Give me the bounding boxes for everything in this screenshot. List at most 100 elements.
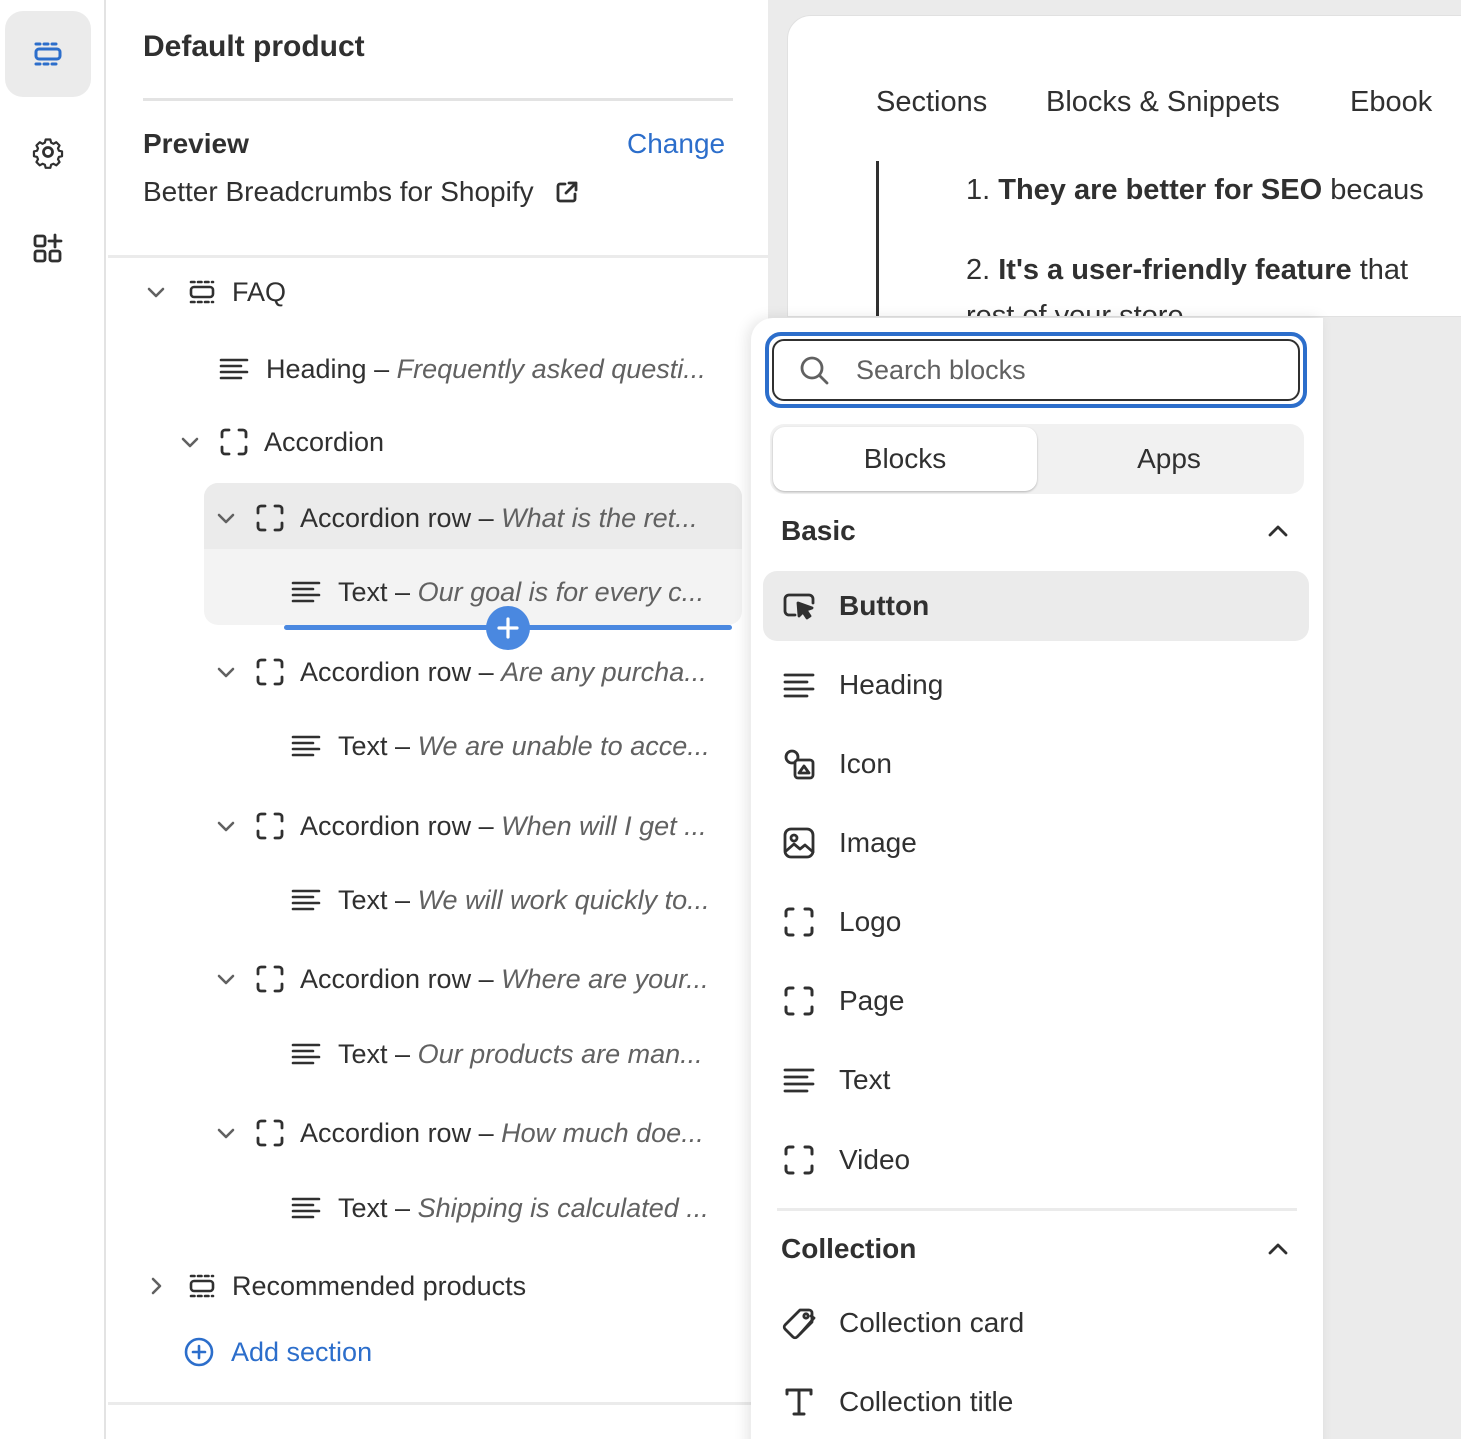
preview-label: Preview bbox=[143, 128, 249, 159]
block-item-label: Image bbox=[839, 827, 917, 858]
icon-rail bbox=[0, 0, 106, 1439]
tree-label: Accordion row bbox=[300, 963, 472, 994]
dashed-square-icon bbox=[784, 907, 814, 937]
chevron-down-icon[interactable] bbox=[214, 1121, 238, 1145]
tree-block-text[interactable]: Text – We will work quickly to... bbox=[290, 870, 710, 930]
text-lines-icon bbox=[291, 581, 321, 603]
sections-nav-button[interactable] bbox=[5, 11, 91, 97]
tree-label: Text bbox=[338, 730, 388, 761]
tree-sublabel: Shipping is calculated ... bbox=[417, 1192, 709, 1223]
tree-block-accordion-row[interactable]: Accordion row – Are any purcha... bbox=[214, 642, 707, 702]
tree-sublabel: Where are your... bbox=[501, 963, 709, 994]
tab-blocks[interactable]: Blocks bbox=[773, 427, 1037, 491]
add-section-label: Add section bbox=[231, 1336, 373, 1367]
chevron-right-icon[interactable] bbox=[144, 1274, 168, 1298]
external-link-icon bbox=[556, 181, 578, 203]
tree-sublabel: Our products are man... bbox=[417, 1038, 703, 1069]
chevron-up-icon[interactable] bbox=[1265, 518, 1291, 544]
tree-sublabel: Our goal is for every c... bbox=[417, 576, 705, 607]
tree-label: FAQ bbox=[232, 276, 287, 307]
chevron-down-icon[interactable] bbox=[214, 506, 238, 530]
group-header-basic[interactable]: Basic bbox=[781, 506, 1291, 556]
tree-block-text[interactable]: Text – Our products are man... bbox=[290, 1024, 703, 1084]
block-item-label: Collection title bbox=[839, 1386, 1014, 1417]
tree-block-text[interactable]: Text – Shipping is calculated ... bbox=[290, 1178, 709, 1238]
sections-icon bbox=[34, 42, 62, 66]
section-icon bbox=[189, 280, 215, 304]
section-icon bbox=[189, 1274, 215, 1298]
apps-nav-button[interactable] bbox=[5, 206, 91, 292]
tab-apps[interactable]: Apps bbox=[1037, 427, 1301, 491]
tree-block-heading[interactable]: Heading – Frequently asked questi... bbox=[218, 339, 706, 399]
preview-nav-sections[interactable]: Sections bbox=[876, 86, 987, 119]
preview-cut-line: rest of your store bbox=[966, 300, 1184, 317]
block-item-text[interactable]: Text bbox=[763, 1045, 1309, 1115]
block-picker-popover: Blocks Apps Basic Button Heading Icon Im… bbox=[751, 318, 1323, 1439]
plus-icon bbox=[497, 617, 519, 639]
preview-store-link[interactable]: Better Breadcrumbs for Shopify bbox=[143, 176, 580, 208]
tree-block-accordion[interactable]: Accordion bbox=[178, 412, 384, 472]
divider bbox=[108, 1402, 768, 1405]
dashed-square-icon bbox=[784, 1145, 814, 1175]
tree-label: Text bbox=[338, 884, 388, 915]
preview-nav-ebook[interactable]: Ebook bbox=[1350, 86, 1432, 119]
text-lines-icon bbox=[291, 1197, 321, 1219]
tree-section-faq[interactable]: FAQ bbox=[144, 262, 286, 322]
tree-block-text[interactable]: Text – We are unable to acce... bbox=[290, 716, 710, 776]
block-item-page[interactable]: Page bbox=[763, 966, 1309, 1036]
shapes-icon bbox=[784, 749, 815, 780]
change-preview-link[interactable]: Change bbox=[627, 128, 725, 160]
preview-list-item: 2. It's a user-friendly feature that bbox=[966, 254, 1409, 286]
tree-label: Accordion row bbox=[300, 502, 472, 533]
group-header-collection[interactable]: Collection bbox=[781, 1224, 1291, 1274]
sections-sidebar: Default product Preview Change Better Br… bbox=[108, 0, 768, 1439]
tree-block-accordion-row[interactable]: Accordion row – When will I get ... bbox=[214, 796, 707, 856]
block-item-label: Icon bbox=[839, 748, 892, 779]
block-item-label: Page bbox=[839, 985, 905, 1016]
chevron-down-icon[interactable] bbox=[214, 814, 238, 838]
preview-nav-blocks-snippets[interactable]: Blocks & Snippets bbox=[1046, 86, 1280, 119]
block-item-icon[interactable]: Icon bbox=[763, 729, 1309, 799]
storefront-preview[interactable]: Sections Blocks & Snippets Ebook 1. They… bbox=[787, 15, 1461, 317]
tree-label: Accordion row bbox=[300, 1117, 472, 1148]
chevron-down-icon[interactable] bbox=[178, 430, 202, 454]
tree-block-accordion-row[interactable]: Accordion row – Where are your... bbox=[214, 949, 709, 1009]
tree-label: Recommended products bbox=[232, 1270, 527, 1301]
tree-sublabel: Frequently asked questi... bbox=[396, 353, 706, 384]
tree-sublabel: How much doe... bbox=[501, 1117, 704, 1148]
chevron-down-icon[interactable] bbox=[214, 660, 238, 684]
text-t-icon bbox=[785, 1388, 813, 1416]
preview-list-item: 1. They are better for SEO becaus bbox=[966, 174, 1424, 206]
divider bbox=[777, 1208, 1297, 1211]
chevron-up-icon[interactable] bbox=[1265, 1236, 1291, 1262]
block-item-logo[interactable]: Logo bbox=[763, 887, 1309, 957]
block-item-image[interactable]: Image bbox=[763, 808, 1309, 878]
text-lines-icon bbox=[291, 889, 321, 911]
tree-block-accordion-row[interactable]: Accordion row – What is the ret... bbox=[214, 488, 698, 548]
tree-section-recommended-products[interactable]: Recommended products bbox=[144, 1256, 526, 1316]
chevron-down-icon[interactable] bbox=[214, 967, 238, 991]
tree-sublabel: Are any purcha... bbox=[501, 656, 707, 687]
tree-label: Heading bbox=[266, 353, 367, 384]
search-field[interactable] bbox=[765, 332, 1307, 408]
block-item-collection-card[interactable]: Collection card bbox=[763, 1288, 1309, 1358]
block-item-label: Collection card bbox=[839, 1307, 1025, 1338]
tree-label: Text bbox=[338, 1192, 388, 1223]
block-item-label: Logo bbox=[839, 906, 902, 937]
tree-label: Text bbox=[338, 576, 388, 607]
tree-block-accordion-row[interactable]: Accordion row – How much doe... bbox=[214, 1103, 704, 1163]
block-item-video[interactable]: Video bbox=[763, 1125, 1309, 1195]
block-item-button[interactable]: Button bbox=[763, 571, 1309, 641]
button-cursor-icon bbox=[783, 593, 815, 620]
search-input[interactable] bbox=[856, 354, 1256, 386]
block-item-collection-title[interactable]: Collection title bbox=[763, 1367, 1309, 1437]
block-item-heading[interactable]: Heading bbox=[763, 650, 1309, 720]
dashed-square-icon bbox=[220, 428, 248, 456]
block-item-label: Button bbox=[839, 590, 930, 621]
settings-nav-button[interactable] bbox=[5, 109, 91, 195]
divider bbox=[143, 98, 733, 101]
picker-tabs: Blocks Apps bbox=[770, 424, 1304, 494]
chevron-down-icon[interactable] bbox=[144, 280, 168, 304]
tree-sublabel: When will I get ... bbox=[501, 810, 707, 841]
add-section-button[interactable]: Add section bbox=[183, 1322, 372, 1382]
